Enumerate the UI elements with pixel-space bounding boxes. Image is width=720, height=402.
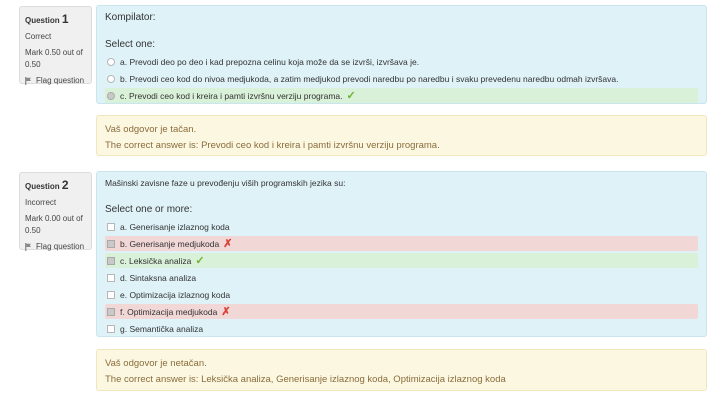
- answer-option[interactable]: g. Semantička analiza: [105, 321, 698, 336]
- checkbox[interactable]: [107, 222, 115, 231]
- question-info: Question 2 Incorrect Mark 0.00 out of 0.…: [19, 172, 92, 251]
- radio-button[interactable]: [107, 91, 115, 100]
- answer-options: a. Prevodi deo po deo i kad prepozna cel…: [105, 54, 698, 103]
- answer-options: a. Generisanje izlaznog koda b. Generisa…: [105, 219, 698, 336]
- answer-option[interactable]: a. Prevodi deo po deo i kad prepozna cel…: [105, 54, 698, 69]
- question-outcome: Vaš odgovor je tačan. The correct answer…: [96, 115, 707, 156]
- checkmark-icon: ✓: [195, 255, 205, 267]
- radio-button[interactable]: [107, 57, 115, 66]
- checkbox[interactable]: [107, 290, 115, 299]
- answer-option[interactable]: c. Prevodi ceo kod i kreira i pamti izvr…: [105, 88, 698, 103]
- radio-button[interactable]: [107, 74, 115, 83]
- question-text: Kompilator:: [105, 12, 156, 23]
- cross-icon: ✗: [223, 238, 233, 250]
- question-text: Mašinski zavisne faze u prevođenju viših…: [105, 178, 346, 188]
- cross-icon: ✗: [221, 306, 231, 318]
- question-state: Correct: [25, 32, 52, 41]
- checkmark-icon: ✓: [346, 90, 356, 102]
- answer-option[interactable]: e. Optimizacija izlaznog koda: [105, 287, 698, 302]
- checkbox[interactable]: [107, 324, 115, 333]
- answer-option[interactable]: b. Generisanje medjukoda ✗: [105, 236, 698, 251]
- flag-question-link[interactable]: Flag question: [25, 76, 87, 85]
- question-outcome: Vaš odgovor je netačan. The correct answ…: [96, 349, 707, 391]
- correct-answer-text: The correct answer is: Prevodi ceo kod i…: [105, 140, 440, 151]
- flag-question-link[interactable]: Flag question: [25, 242, 87, 251]
- answer-option[interactable]: b. Prevodi ceo kod do nivoa medjukoda, a…: [105, 71, 698, 86]
- checkbox[interactable]: [107, 307, 115, 316]
- checkbox[interactable]: [107, 256, 115, 265]
- question-formulation: Mašinski zavisne faze u prevođenju viših…: [96, 171, 707, 337]
- feedback-text: Vaš odgovor je tačan.: [105, 124, 197, 135]
- question-number: Question 1: [25, 12, 69, 26]
- correct-answer-text: The correct answer is: Leksička analiza,…: [105, 374, 506, 385]
- checkbox[interactable]: [107, 273, 115, 282]
- answer-option[interactable]: a. Generisanje izlaznog koda: [105, 219, 698, 234]
- flag-icon: [25, 76, 31, 85]
- answer-prompt: Select one or more:: [105, 204, 193, 215]
- question-number: Question 2: [25, 178, 69, 192]
- answer-option[interactable]: f. Optimizacija medjukoda ✗: [105, 304, 698, 319]
- question-formulation: Kompilator: Select one: a. Prevodi deo p…: [96, 5, 707, 104]
- question-grade: Mark 0.50 out of 0.50: [25, 48, 83, 69]
- checkbox[interactable]: [107, 239, 115, 248]
- question-grade: Mark 0.00 out of 0.50: [25, 214, 83, 235]
- answer-option[interactable]: c. Leksička analiza ✓: [105, 253, 698, 268]
- question-info: Question 1 Correct Mark 0.50 out of 0.50…: [19, 6, 92, 85]
- answer-option[interactable]: d. Sintaksna analiza: [105, 270, 698, 285]
- flag-icon: [25, 242, 31, 251]
- feedback-text: Vaš odgovor je netačan.: [105, 358, 207, 369]
- question-state: Incorrect: [25, 198, 57, 207]
- answer-prompt: Select one:: [105, 39, 156, 50]
